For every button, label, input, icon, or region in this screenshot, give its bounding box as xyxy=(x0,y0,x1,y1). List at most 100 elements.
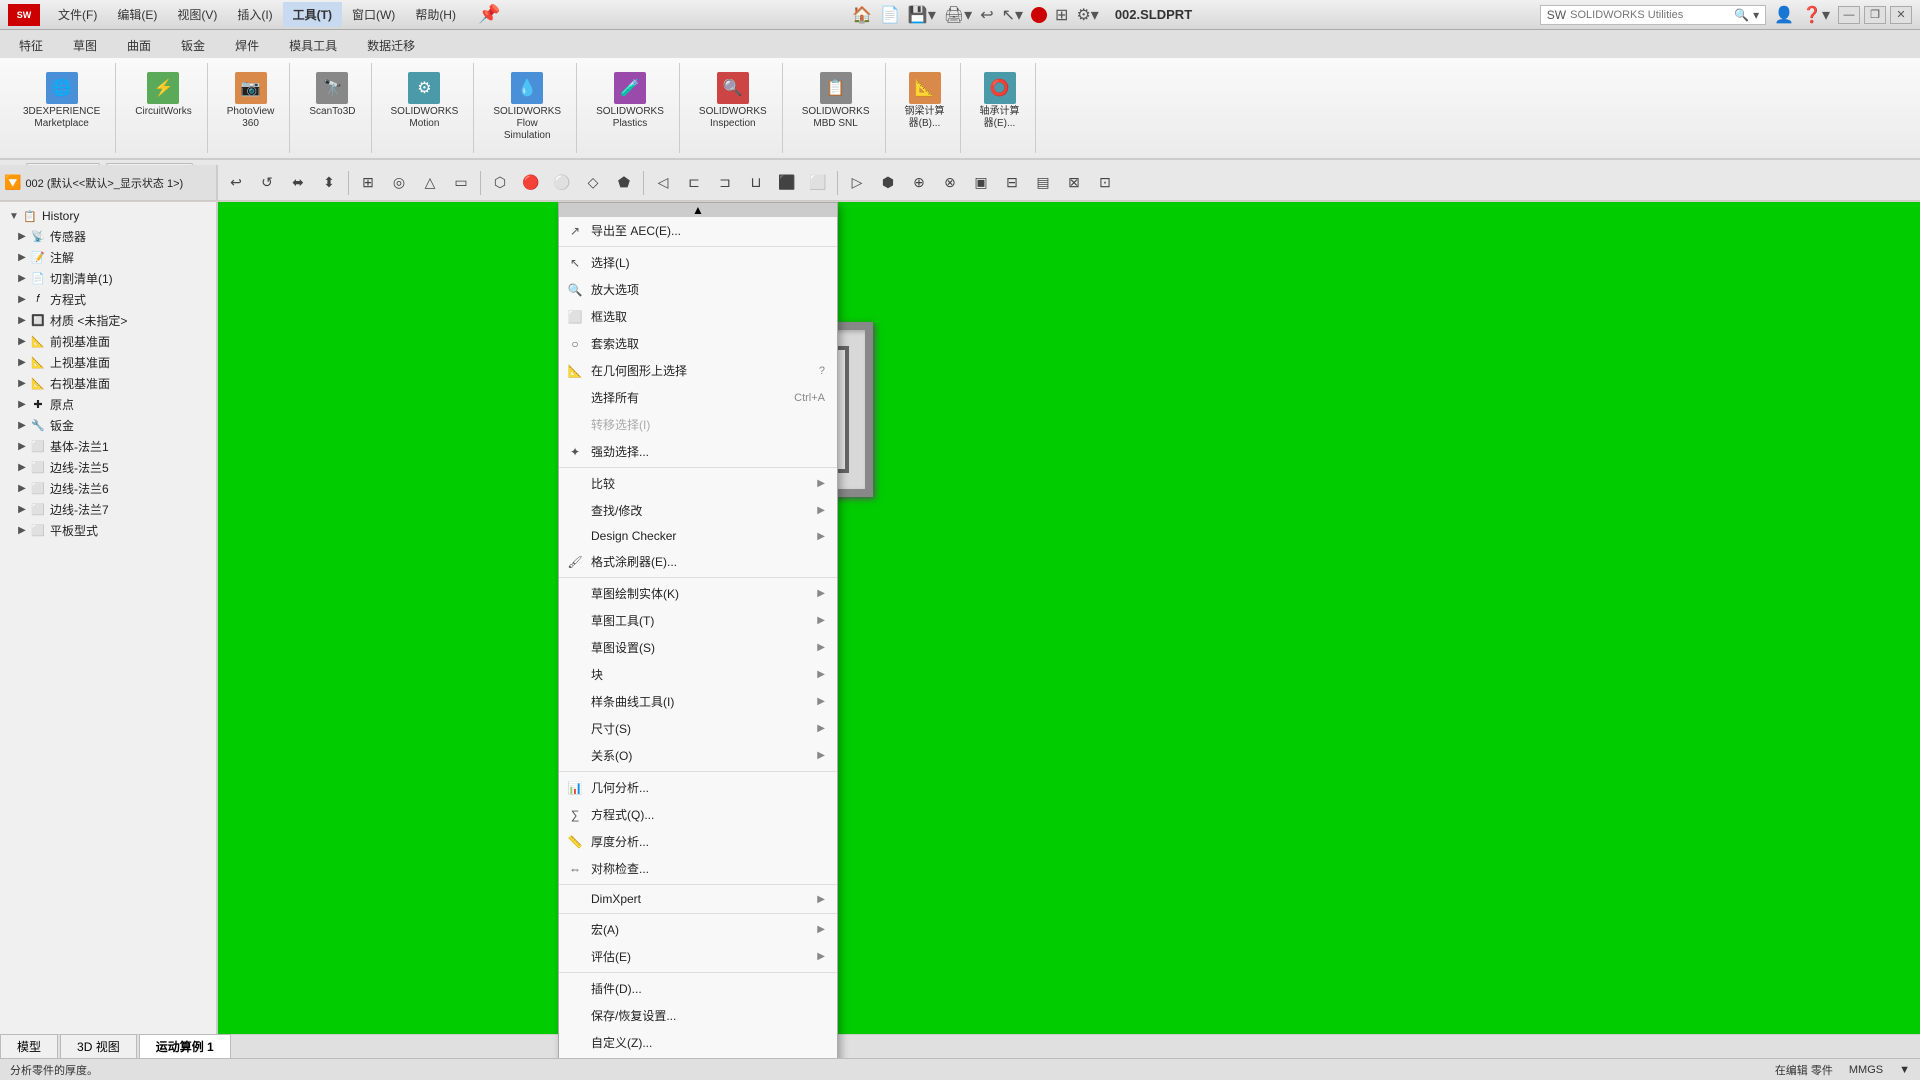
tree-expand-icon[interactable]: ▶ xyxy=(16,525,28,537)
float-toolbar-btn-21[interactable]: ⊕ xyxy=(905,169,933,197)
menu-item-s[interactable]: 草图设置(S)▶ xyxy=(559,634,837,661)
tree-expand-icon[interactable]: ▶ xyxy=(16,462,28,474)
tree-expand-icon[interactable]: ▶ xyxy=(16,357,28,369)
help-icon[interactable]: ❓▾ xyxy=(1802,5,1830,25)
float-toolbar-btn-11[interactable]: ◇ xyxy=(579,169,607,197)
bottom-tab-3d[interactable]: 3D 视图 xyxy=(60,1034,137,1058)
menu-item-t[interactable]: 工具(T) xyxy=(283,2,342,27)
float-toolbar-btn-25[interactable]: ▤ xyxy=(1029,169,1057,197)
ribbon-tab-[interactable]: 数据迁移 xyxy=(352,32,430,58)
menu-item-i[interactable]: 插入(I) xyxy=(227,2,282,27)
menu-item-o[interactable]: 关系(O)▶ xyxy=(559,742,837,769)
ribbon-button-solidworksplastics[interactable]: 🧪SOLIDWORKS Plastics xyxy=(589,67,671,135)
restore-button[interactable]: ❐ xyxy=(1864,6,1886,24)
float-toolbar-btn-10[interactable]: ⚪ xyxy=(548,169,576,197)
float-toolbar-btn-0[interactable]: ↩ xyxy=(222,169,250,197)
dropdown-overlay[interactable]: ▲ ↗导出至 AEC(E)...↖选择(L)🔍放大选项⬜框选取○套索选取📐在几何… xyxy=(558,202,1920,1058)
tree-item-1[interactable]: ▶📄切割清单(1) xyxy=(0,268,216,289)
toolbar-print-dropdown-icon[interactable]: 🖨▾ xyxy=(944,5,972,25)
menu-item-[interactable]: ✦强劲选择... xyxy=(559,438,837,465)
float-toolbar-btn-17[interactable]: ⬛ xyxy=(773,169,801,197)
float-toolbar-btn-13[interactable]: ◁ xyxy=(649,169,677,197)
menu-item-w[interactable]: 窗口(W) xyxy=(342,2,405,27)
float-toolbar-btn-18[interactable]: ⬜ xyxy=(804,169,832,197)
menu-item-[interactable]: 块▶ xyxy=(559,661,837,688)
menu-item-t[interactable]: 草图工具(T)▶ xyxy=(559,607,837,634)
toolbar-save-dropdown-icon[interactable]: 💾▾ xyxy=(908,5,936,25)
toolbar-settings-dropdown-icon[interactable]: ⚙▾ xyxy=(1076,5,1098,25)
pin-button[interactable]: 📌 xyxy=(474,4,504,25)
menu-item-s[interactable]: 尺寸(S)▶ xyxy=(559,715,837,742)
float-toolbar-btn-9[interactable]: 🔴 xyxy=(517,169,545,197)
toolbar-home-icon[interactable]: 🏠 xyxy=(852,5,872,25)
menu-item-[interactable]: 📐在几何图形上选择? xyxy=(559,357,837,384)
bottom-tab-[interactable]: 模型 xyxy=(0,1034,58,1058)
ribbon-button-solidworksmbdsnl[interactable]: 📋SOLIDWORKS MBD SNL xyxy=(795,67,877,135)
toolbar-undo-icon[interactable]: ↩ xyxy=(980,5,993,25)
menu-item-d[interactable]: 插件(D)... xyxy=(559,975,837,1002)
minimize-button[interactable]: — xyxy=(1838,6,1860,24)
float-toolbar-btn-19[interactable]: ▷ xyxy=(843,169,871,197)
ribbon-button-circuitworks[interactable]: ⚡CircuitWorks xyxy=(128,67,198,123)
tree-item-[interactable]: ▶🔲材质 <未指定> xyxy=(0,310,216,331)
tree-expand-icon[interactable]: ▶ xyxy=(16,441,28,453)
menu-item-e[interactable]: 评估(E)▶ xyxy=(559,943,837,970)
close-button[interactable]: ✕ xyxy=(1890,6,1912,24)
tree-item-[interactable]: ▶📡传感器 xyxy=(0,226,216,247)
tree-item-[interactable]: ▶𝑓方程式 xyxy=(0,289,216,310)
tree-expand-icon[interactable]: ▶ xyxy=(16,336,28,348)
float-toolbar-btn-12[interactable]: ⬟ xyxy=(610,169,638,197)
tree-expand-icon[interactable]: ▶ xyxy=(16,252,28,264)
tree-item-[interactable]: ▶🔧钣金 xyxy=(0,415,216,436)
ribbon-tab-[interactable]: 曲面 xyxy=(112,32,166,58)
menu-item-[interactable]: ⬜框选取 xyxy=(559,303,837,330)
menu-scroll-up[interactable]: ▲ xyxy=(559,203,837,217)
menu-item-e[interactable]: 🖌格式涂刷器(E)... xyxy=(559,548,837,575)
menu-item-z[interactable]: 自定义(Z)... xyxy=(559,1029,837,1056)
tree-item-6[interactable]: ▶⬜边线-法兰6 xyxy=(0,478,216,499)
toolbar-cursor-icon[interactable]: ↖▾ xyxy=(1002,5,1023,25)
float-toolbar-btn-27[interactable]: ⊡ xyxy=(1091,169,1119,197)
search-input[interactable] xyxy=(1570,9,1730,21)
float-toolbar-btn-2[interactable]: ⬌ xyxy=(284,169,312,197)
ribbon-button-dexperiencemarketplace[interactable]: 🌐3DEXPERIENCE Marketplace xyxy=(16,67,107,135)
ribbon-tab-[interactable]: 钣金 xyxy=(166,32,220,58)
float-toolbar-btn-15[interactable]: ⊐ xyxy=(711,169,739,197)
menu-item-[interactable]: 选择所有Ctrl+A xyxy=(559,384,837,411)
ribbon-tab-[interactable]: 模具工具 xyxy=(274,32,352,58)
menu-item-h[interactable]: 帮助(H) xyxy=(405,2,466,27)
search-icon[interactable]: 🔍 xyxy=(1734,8,1749,22)
user-icon[interactable]: 👤 xyxy=(1774,5,1794,25)
menu-item-i[interactable]: 样条曲线工具(I)▶ xyxy=(559,688,837,715)
float-toolbar-btn-22[interactable]: ⊗ xyxy=(936,169,964,197)
tree-expand-icon[interactable]: ▶ xyxy=(16,315,28,327)
float-toolbar-btn-23[interactable]: ▣ xyxy=(967,169,995,197)
menu-item-p[interactable]: ⚙选项(P)... xyxy=(559,1056,837,1058)
float-toolbar-btn-14[interactable]: ⊏ xyxy=(680,169,708,197)
float-toolbar-btn-16[interactable]: ⊔ xyxy=(742,169,770,197)
tree-expand-icon[interactable]: ▶ xyxy=(16,399,28,411)
menu-item-[interactable]: 📊几何分析... xyxy=(559,774,837,801)
ribbon-button-solidworksinspection[interactable]: 🔍SOLIDWORKS Inspection xyxy=(692,67,774,135)
menu-item-designchecker[interactable]: Design Checker▶ xyxy=(559,524,837,548)
tree-expand-icon[interactable]: ▶ xyxy=(16,483,28,495)
ribbon-button-b[interactable]: 📐钢梁计算 器(B)... xyxy=(898,67,952,135)
tree-expand-icon[interactable]: ▶ xyxy=(16,378,28,390)
tree-item-[interactable]: ▶✚原点 xyxy=(0,394,216,415)
menu-item-a[interactable]: 宏(A)▶ xyxy=(559,916,837,943)
ribbon-button-solidworksflowsimulation[interactable]: 💧SOLIDWORKS Flow Simulation xyxy=(486,67,568,147)
tree-expand-icon[interactable]: ▼ xyxy=(8,210,20,222)
float-toolbar-btn-5[interactable]: ◎ xyxy=(385,169,413,197)
ribbon-tab-[interactable]: 草图 xyxy=(58,32,112,58)
tree-item-[interactable]: ▶📐前视基准面 xyxy=(0,331,216,352)
units-dropdown-icon[interactable]: ▼ xyxy=(1899,1064,1910,1076)
menu-item-q[interactable]: ∑方程式(Q)... xyxy=(559,801,837,828)
float-toolbar-btn-6[interactable]: △ xyxy=(416,169,444,197)
menu-item-v[interactable]: 视图(V) xyxy=(167,2,227,27)
tree-item-[interactable]: ▶⬜平板型式 xyxy=(0,520,216,541)
tree-expand-icon[interactable]: ▶ xyxy=(16,504,28,516)
float-toolbar-btn-20[interactable]: ⬢ xyxy=(874,169,902,197)
tree-item-[interactable]: ▶📐右视基准面 xyxy=(0,373,216,394)
float-toolbar-btn-24[interactable]: ⊟ xyxy=(998,169,1026,197)
ribbon-button-e[interactable]: ⭕轴承计算 器(E)... xyxy=(973,67,1027,135)
